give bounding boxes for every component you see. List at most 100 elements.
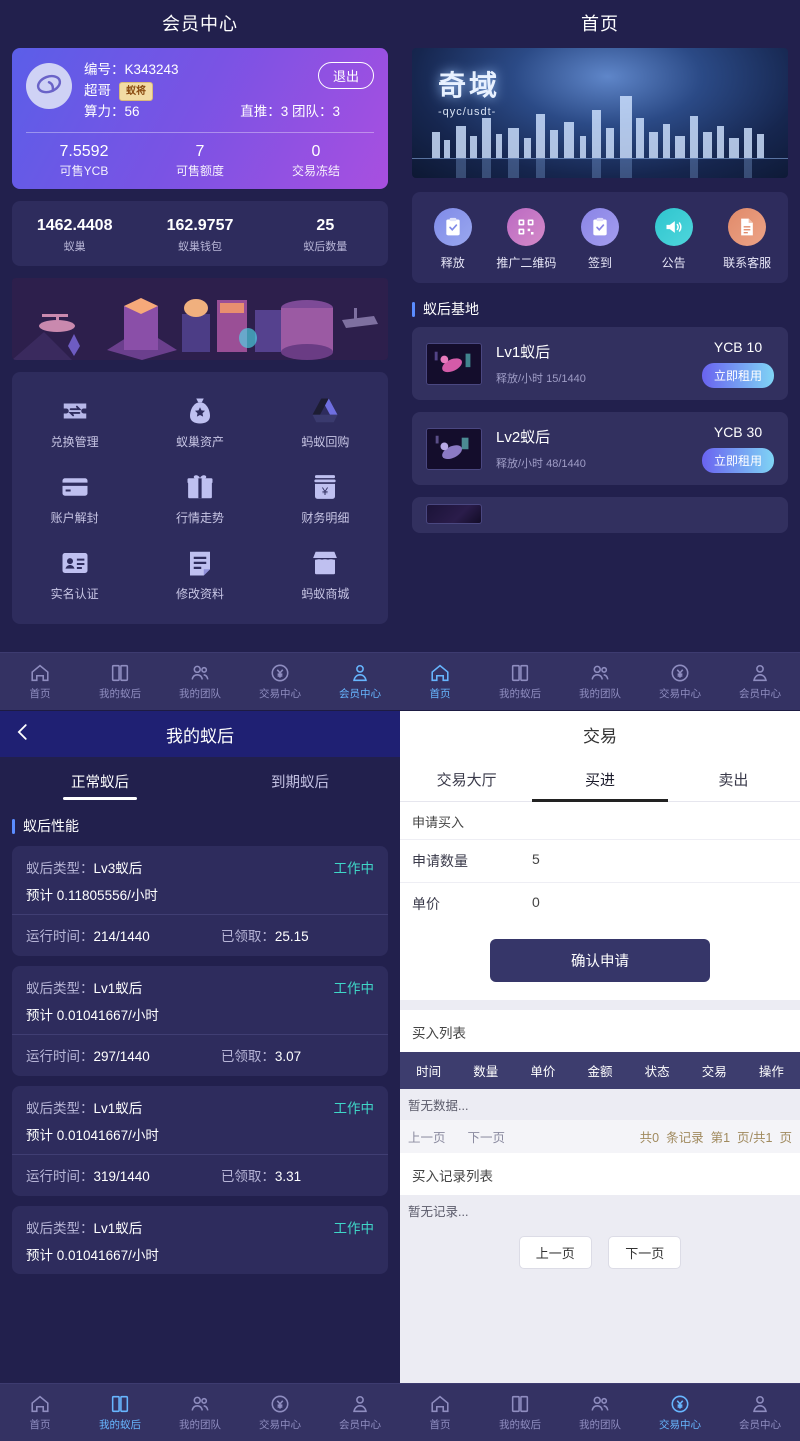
tab-home[interactable]: 首页 [400, 1393, 480, 1432]
rent-now-button[interactable]: 立即租用 [701, 448, 774, 473]
menu-item-ant-mall[interactable]: 蚂蚁商城 [263, 538, 388, 614]
buy-form-title: 申请买入 [400, 802, 800, 839]
logout-button[interactable]: 退出 [317, 62, 374, 89]
queen-type-value: Lv3蚁后 [93, 861, 143, 876]
menu-item-account-unlock[interactable]: 账户解封 [12, 462, 137, 538]
unit-price-input-value[interactable]: 0 [532, 894, 540, 914]
avatar [26, 63, 72, 109]
tab-my-queens[interactable]: 我的蚁后 [480, 662, 560, 701]
empty-record-text: 暂无记录... [400, 1195, 800, 1226]
menu-item-finance-detail[interactable]: ¥ 财务明细 [263, 462, 388, 538]
field-row-quantity[interactable]: 申请数量 5 [400, 839, 800, 882]
hero-banner[interactable]: 奇域 -qyc/usdt- [412, 48, 788, 178]
menu-item-edit-profile[interactable]: 修改资料 [137, 538, 262, 614]
member-card: 退出 编号：K343243 超哥 蚁将 算力：56 直推：3 团队：3 7.55… [12, 48, 388, 190]
tab-trade-center[interactable]: 交易中心 [640, 1393, 720, 1432]
menu-item-nest-assets[interactable]: 蚁巢资产 [137, 386, 262, 462]
nest-stats-card: 1462.4408 蚁巢 162.9757 蚁巢钱包 25 蚁后数量 [12, 201, 388, 266]
queen-type-label: 蚁后类型： [26, 1221, 94, 1236]
queen-rent-item-partial[interactable] [412, 497, 788, 533]
tab-sell[interactable]: 卖出 [667, 757, 800, 801]
menu-item-market-trend[interactable]: 行情走势 [137, 462, 262, 538]
prev-page-link[interactable]: 上一页 [408, 1127, 446, 1146]
tab-home[interactable]: 首页 [400, 662, 480, 701]
queen-ant-image [427, 343, 481, 384]
tab-my-team[interactable]: 我的团队 [560, 662, 640, 701]
queen-est-label: 预计 [26, 1008, 57, 1023]
my-queen-card: 工作中 蚁后类型：Lv3蚁后 预计 0.11805556/小时 运行时间：214… [12, 846, 388, 956]
my-queen-card-bottom: 运行时间：214/1440 已领取：25.15 [12, 915, 388, 956]
tab-my-queens[interactable]: 我的蚁后 [480, 1393, 560, 1432]
stat-label: 蚁后数量 [303, 240, 348, 253]
release-icon [433, 208, 472, 246]
tab-normal-queens[interactable]: 正常蚁后 [0, 757, 200, 802]
queen-price-action: YCB 10 立即租用 [701, 339, 774, 388]
field-label: 申请数量 [412, 853, 468, 869]
stat-nest-wallet: 162.9757 蚁巢钱包 [137, 215, 262, 253]
queen-est-row: 预计 0.01041667/小时 [26, 1124, 374, 1144]
quantity-input-value[interactable]: 5 [532, 851, 540, 871]
tab-home[interactable]: 首页 [0, 662, 80, 701]
queen-type-label: 蚁后类型： [26, 861, 94, 876]
tabbar-member: 首页 我的蚁后 我的团队 交易中心 会员中心 [0, 652, 400, 710]
tab-label: 正常蚁后 [71, 775, 129, 791]
menu-item-identity[interactable]: 实名认证 [12, 538, 137, 614]
tab-trade-center[interactable]: 交易中心 [240, 662, 320, 701]
yen-bag-icon: ¥ [263, 470, 388, 504]
tab-expired-queens[interactable]: 到期蚁后 [200, 757, 400, 802]
queen-info: Lv1蚁后 释放/小时 15/1440 [496, 341, 702, 386]
next-page-link[interactable]: 下一页 [468, 1127, 506, 1146]
claimed-row: 已领取：3.31 [221, 1165, 301, 1185]
quick-action-release[interactable]: 释放 [416, 208, 490, 271]
tab-member-center[interactable]: 会员中心 [320, 1393, 400, 1432]
tab-my-queens[interactable]: 我的蚁后 [80, 662, 160, 701]
quick-action-signin[interactable]: 签到 [563, 208, 637, 271]
menu-item-exchange[interactable]: 兑换管理 [12, 386, 137, 462]
quick-action-announcement[interactable]: 公告 [637, 208, 711, 271]
stat-frozen: 0 交易冻结 [258, 141, 374, 180]
tab-trade-center[interactable]: 交易中心 [240, 1393, 320, 1432]
qrcode-icon [507, 208, 546, 246]
tab-my-team[interactable]: 我的团队 [160, 1393, 240, 1432]
tab-trade-center[interactable]: 交易中心 [640, 662, 720, 701]
shop-icon [263, 546, 388, 580]
confirm-apply-button[interactable]: 确认申请 [490, 939, 710, 982]
panel-member-center: 会员中心 退出 编号：K343243 超哥 蚁将 算力：56 直推：3 团队：3… [0, 0, 400, 710]
claimed-value: 3.31 [274, 1169, 302, 1184]
claimed-value: 3.07 [274, 1049, 302, 1064]
quick-action-qrcode[interactable]: 推广二维码 [490, 208, 564, 271]
quick-action-support[interactable]: 联系客服 [710, 208, 784, 271]
queen-rent-item[interactable]: Lv1蚁后 释放/小时 15/1440 YCB 10 立即租用 [412, 327, 788, 400]
prev-page-button[interactable]: 上一页 [518, 1236, 592, 1269]
tab-trade-hall[interactable]: 交易大厅 [400, 757, 533, 801]
stat-value: 162.9757 [166, 217, 234, 235]
claimed-label: 已领取： [220, 1169, 275, 1184]
queen-est-row: 预计 0.11805556/小时 [26, 884, 374, 904]
tab-my-team[interactable]: 我的团队 [560, 1393, 640, 1432]
my-queen-card-bottom: 运行时间：319/1440 已领取：3.31 [12, 1155, 388, 1196]
tab-label: 首页 [429, 1419, 451, 1431]
pager-current-page: 第1 [710, 1131, 731, 1145]
tab-buy[interactable]: 买进 [533, 757, 666, 801]
tab-member-center[interactable]: 会员中心 [720, 662, 800, 701]
tab-label: 交易中心 [259, 1419, 301, 1431]
tab-label: 会员中心 [339, 1419, 381, 1431]
menu-item-ant-buyback[interactable]: 蚂蚁回购 [263, 386, 388, 462]
field-row-unit-price[interactable]: 单价 0 [400, 882, 800, 925]
queen-est-value: 0.01041667/小时 [56, 1128, 159, 1143]
next-page-button[interactable]: 下一页 [608, 1236, 682, 1269]
queen-rent-item[interactable]: Lv2蚁后 释放/小时 48/1440 YCB 30 立即租用 [412, 412, 788, 485]
tab-label: 我的蚁后 [99, 1419, 141, 1431]
tab-label: 交易中心 [259, 688, 301, 700]
chevron-left-icon[interactable] [12, 721, 34, 747]
tab-my-queens[interactable]: 我的蚁后 [80, 1393, 160, 1432]
tab-member-center[interactable]: 会员中心 [320, 662, 400, 701]
rent-now-button[interactable]: 立即租用 [701, 363, 774, 388]
empty-data-text: 暂无数据... [400, 1089, 800, 1120]
status-badge: 工作中 [333, 1101, 375, 1116]
tab-my-team[interactable]: 我的团队 [160, 662, 240, 701]
drive-icon [263, 394, 388, 428]
tab-home[interactable]: 首页 [0, 1393, 80, 1432]
tab-member-center[interactable]: 会员中心 [720, 1393, 800, 1432]
navbar-title: 我的蚁后 [166, 726, 234, 746]
